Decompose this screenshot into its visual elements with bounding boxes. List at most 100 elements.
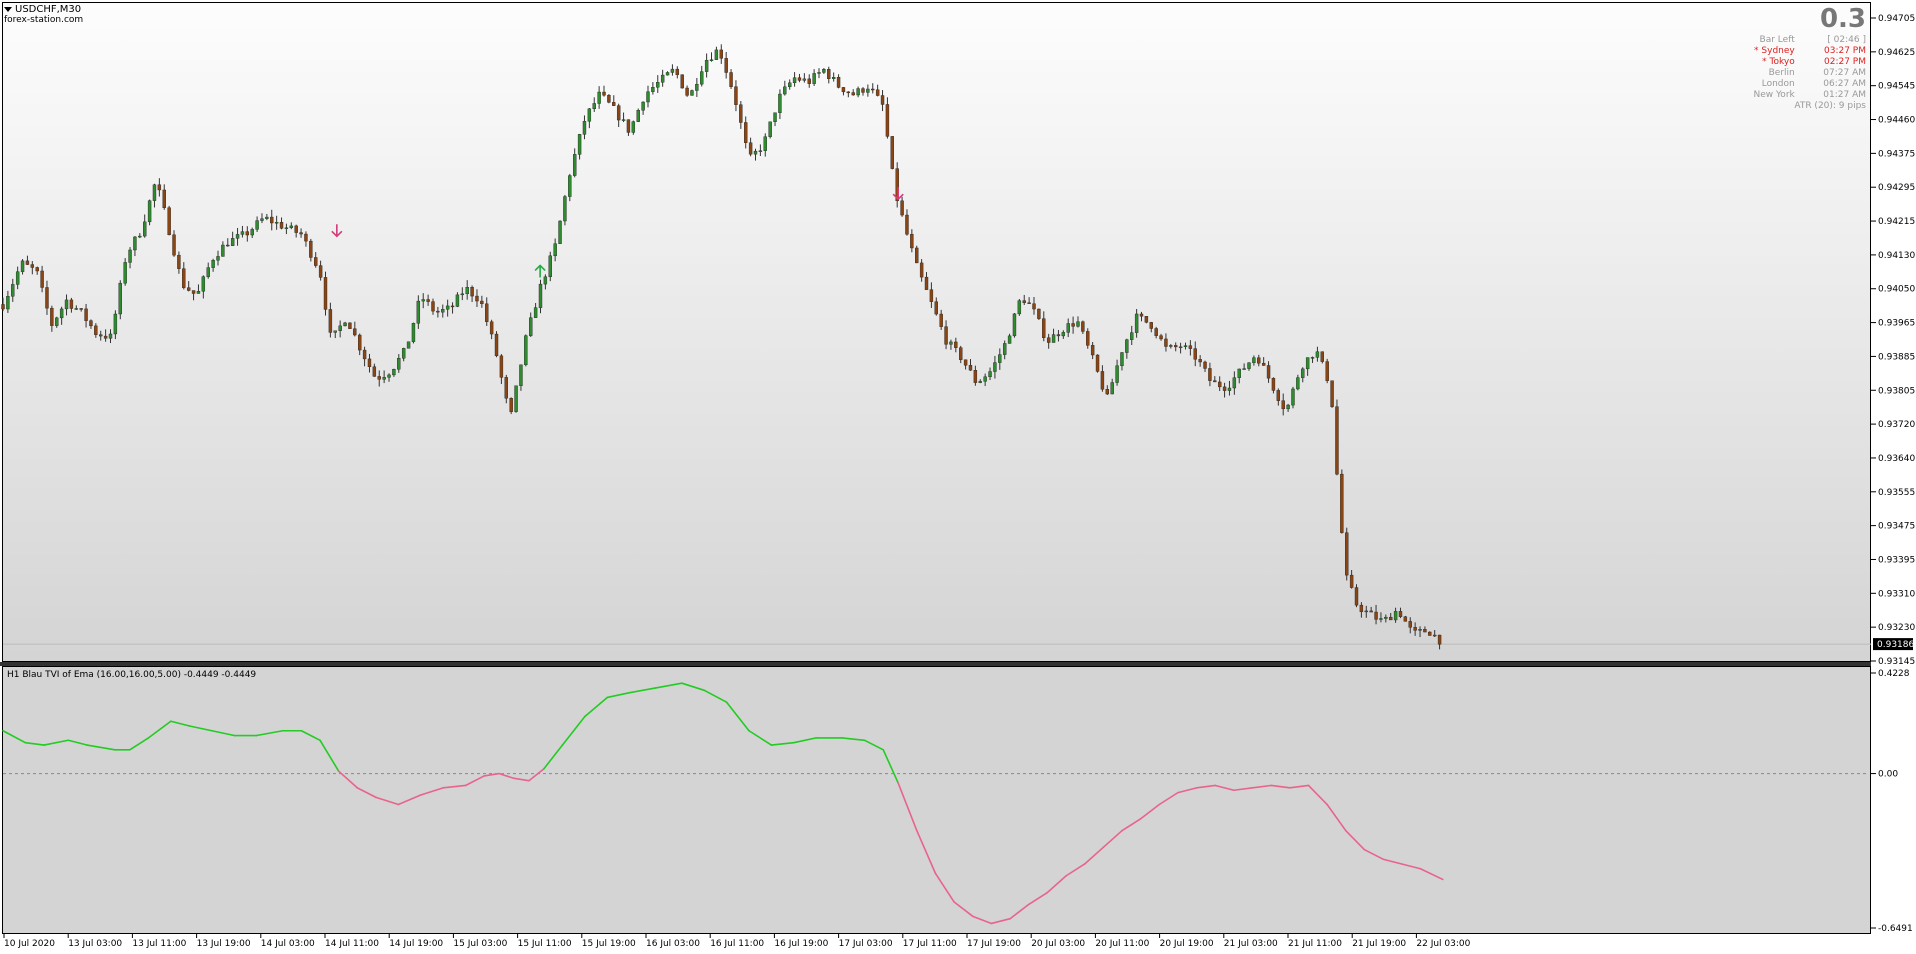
candle-body bbox=[1086, 331, 1090, 346]
candle-body bbox=[480, 300, 484, 305]
candle-body bbox=[201, 276, 206, 292]
candle-body bbox=[509, 398, 513, 412]
candle-body bbox=[1247, 362, 1251, 369]
candle-body bbox=[665, 72, 670, 76]
candle-body bbox=[734, 86, 738, 105]
candle-body bbox=[709, 59, 714, 61]
candle-body bbox=[221, 244, 225, 257]
indicator-segment bbox=[792, 737, 817, 744]
candle-body bbox=[963, 359, 968, 366]
indicator-segment bbox=[375, 796, 400, 806]
candle-body bbox=[460, 293, 465, 296]
price-label: 0.93555 bbox=[1878, 488, 1915, 498]
indicator-segment bbox=[770, 741, 795, 746]
candle-body bbox=[851, 92, 855, 96]
candle-body bbox=[157, 184, 162, 191]
candle-body bbox=[841, 87, 846, 93]
candle-body bbox=[475, 295, 479, 302]
candle-body bbox=[1159, 335, 1163, 340]
candle-body bbox=[421, 299, 425, 302]
time-label: 20 Jul 19:00 bbox=[1160, 939, 1214, 949]
price-label: 0.93230 bbox=[1878, 623, 1915, 633]
candle-body bbox=[1271, 377, 1276, 391]
indicator-segment bbox=[528, 768, 545, 782]
indicator-segment bbox=[1195, 784, 1217, 789]
candle-body bbox=[1208, 368, 1212, 381]
candle-body bbox=[968, 365, 973, 371]
indicator-segment bbox=[725, 701, 750, 732]
candle-body bbox=[387, 374, 391, 378]
indicator-segment bbox=[442, 784, 467, 789]
candle-body bbox=[138, 235, 142, 238]
candle-body bbox=[270, 216, 274, 224]
candle-body bbox=[1413, 627, 1417, 631]
symbol-title[interactable]: USDCHF,M30 bbox=[4, 4, 81, 15]
indicator-segment bbox=[584, 696, 609, 718]
time-label: 16 Jul 19:00 bbox=[774, 939, 828, 949]
candle-body bbox=[846, 91, 851, 94]
dropdown-triangle-icon[interactable] bbox=[4, 6, 12, 12]
candle-body bbox=[167, 207, 171, 236]
candle-body bbox=[817, 72, 821, 74]
price-label: 0.94375 bbox=[1878, 149, 1915, 159]
candle-body bbox=[934, 301, 938, 315]
candle-body bbox=[250, 229, 254, 236]
candle-body bbox=[79, 308, 83, 310]
indicator-segment bbox=[1121, 817, 1142, 832]
candle-body bbox=[128, 249, 132, 263]
candle-body bbox=[143, 221, 147, 237]
candle-body bbox=[929, 289, 934, 302]
candle-body bbox=[338, 325, 342, 331]
candle-body bbox=[651, 87, 655, 92]
candle-body bbox=[875, 89, 880, 96]
candle-body bbox=[1286, 404, 1290, 410]
candle-body bbox=[602, 91, 606, 96]
candle-body bbox=[382, 377, 386, 380]
indicator-segment bbox=[897, 782, 918, 832]
candle-body bbox=[631, 121, 636, 133]
candle-body bbox=[279, 222, 284, 229]
candle-body bbox=[1261, 362, 1266, 366]
candle-body bbox=[260, 218, 264, 221]
candle-body bbox=[1384, 616, 1388, 619]
candle-body bbox=[577, 134, 582, 155]
candle-body bbox=[597, 91, 601, 104]
candle-body bbox=[660, 74, 665, 83]
candle-body bbox=[392, 369, 396, 376]
price-label: 0.93640 bbox=[1878, 454, 1915, 464]
candle-body bbox=[1393, 611, 1398, 621]
candle-body bbox=[827, 69, 831, 79]
indicator-segment bbox=[24, 741, 45, 746]
candle-body bbox=[84, 308, 88, 321]
candle-body bbox=[133, 236, 137, 251]
candle-body bbox=[113, 313, 118, 335]
candle-body bbox=[558, 220, 562, 244]
candle-body bbox=[529, 317, 533, 336]
candle-body bbox=[367, 358, 372, 367]
candle-body bbox=[89, 320, 93, 327]
candle-body bbox=[226, 244, 230, 247]
candle-body bbox=[172, 234, 176, 256]
time-label: 16 Jul 03:00 bbox=[646, 939, 700, 949]
candle-body bbox=[748, 142, 753, 155]
time-label: 14 Jul 19:00 bbox=[389, 939, 443, 949]
indicator-segment bbox=[990, 917, 1011, 925]
candle-body bbox=[45, 287, 49, 309]
candle-body bbox=[235, 234, 240, 239]
candle-body bbox=[695, 83, 699, 91]
candle-body bbox=[35, 267, 39, 272]
candle-body bbox=[1217, 381, 1222, 388]
chart-window[interactable]: 0.94705 0.94625 0.94545 0.94460 0.94375 0.942… bbox=[0, 0, 1916, 954]
candle-body bbox=[607, 95, 611, 103]
time-label: 22 Jul 03:00 bbox=[1416, 939, 1470, 949]
price-label: 0.93145 bbox=[1878, 657, 1915, 667]
candle-body bbox=[186, 287, 191, 291]
candle-body bbox=[880, 95, 885, 105]
indicator-segment bbox=[1102, 829, 1123, 849]
candle-body bbox=[1169, 345, 1173, 347]
candle-body bbox=[1325, 361, 1329, 381]
candle-body bbox=[1042, 318, 1046, 338]
candle-body bbox=[1222, 386, 1227, 391]
indicator-segment bbox=[1009, 903, 1030, 920]
candle-body bbox=[1252, 357, 1256, 363]
